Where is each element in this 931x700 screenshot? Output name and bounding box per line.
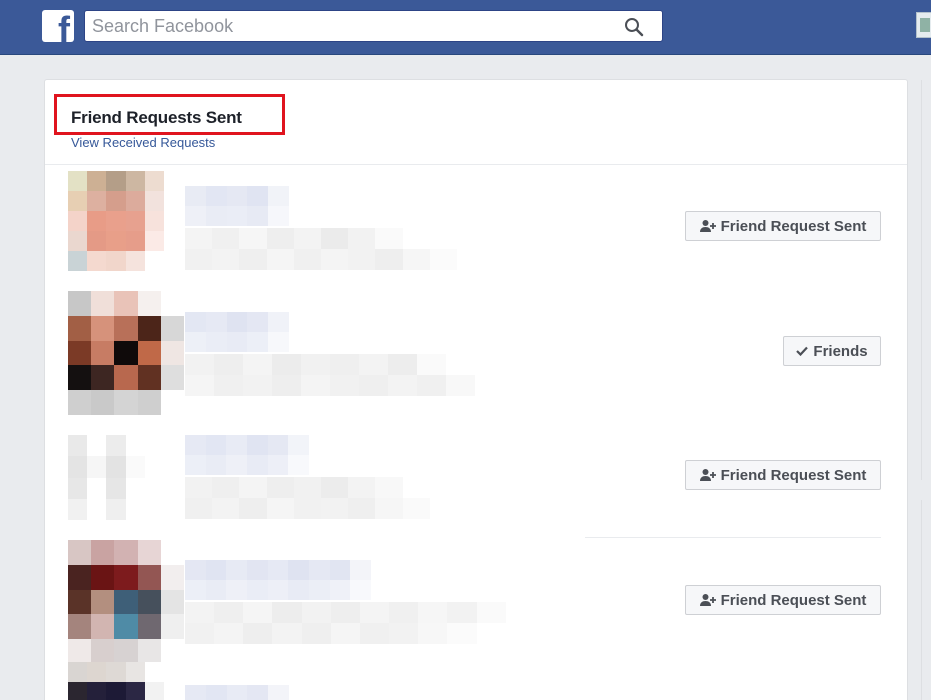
blurred-name (185, 560, 371, 600)
search-input[interactable] (85, 11, 625, 41)
right-column-card (921, 500, 922, 700)
blurred-details (185, 228, 457, 270)
friend-request-sent-button[interactable]: Friend Request Sent (685, 460, 881, 490)
blurred-details (185, 477, 457, 519)
friends-button[interactable]: Friends (783, 336, 881, 366)
avatar[interactable] (68, 435, 164, 520)
avatar[interactable] (68, 540, 184, 664)
avatar[interactable] (68, 291, 184, 415)
add-friend-icon (699, 469, 716, 481)
blurred-name (185, 435, 309, 475)
friend-request-sent-button[interactable]: Friend Request Sent (685, 585, 881, 615)
add-friend-icon (699, 220, 716, 232)
facebook-logo-letter: f (58, 10, 70, 43)
button-label: Friend Request Sent (720, 217, 867, 235)
button-label: Friend Request Sent (720, 591, 867, 609)
blurred-details (185, 602, 535, 644)
blurred-name (185, 186, 289, 226)
top-bar: f (0, 0, 931, 55)
check-icon (796, 346, 809, 356)
button-label: Friends (813, 342, 868, 360)
view-received-requests-link[interactable]: View Received Requests (71, 135, 215, 150)
row-divider (585, 537, 881, 538)
search-icon[interactable] (624, 17, 644, 37)
right-column-card (921, 80, 922, 480)
blurred-name (185, 685, 289, 700)
avatar[interactable] (68, 171, 164, 271)
search-box (84, 10, 663, 42)
button-label: Friend Request Sent (720, 466, 867, 484)
facebook-logo[interactable]: f (42, 10, 74, 42)
friend-request-sent-button[interactable]: Friend Request Sent (685, 211, 881, 241)
profile-thumbnail[interactable] (916, 12, 931, 38)
blurred-name (185, 312, 289, 352)
add-friend-icon (699, 594, 716, 606)
blurred-details (185, 354, 475, 396)
avatar[interactable] (68, 662, 164, 700)
page-title: Friend Requests Sent (71, 108, 242, 127)
panel-header: Friend Requests Sent View Received Reque… (45, 80, 907, 165)
friend-requests-panel: Friend Requests Sent View Received Reque… (44, 79, 908, 700)
